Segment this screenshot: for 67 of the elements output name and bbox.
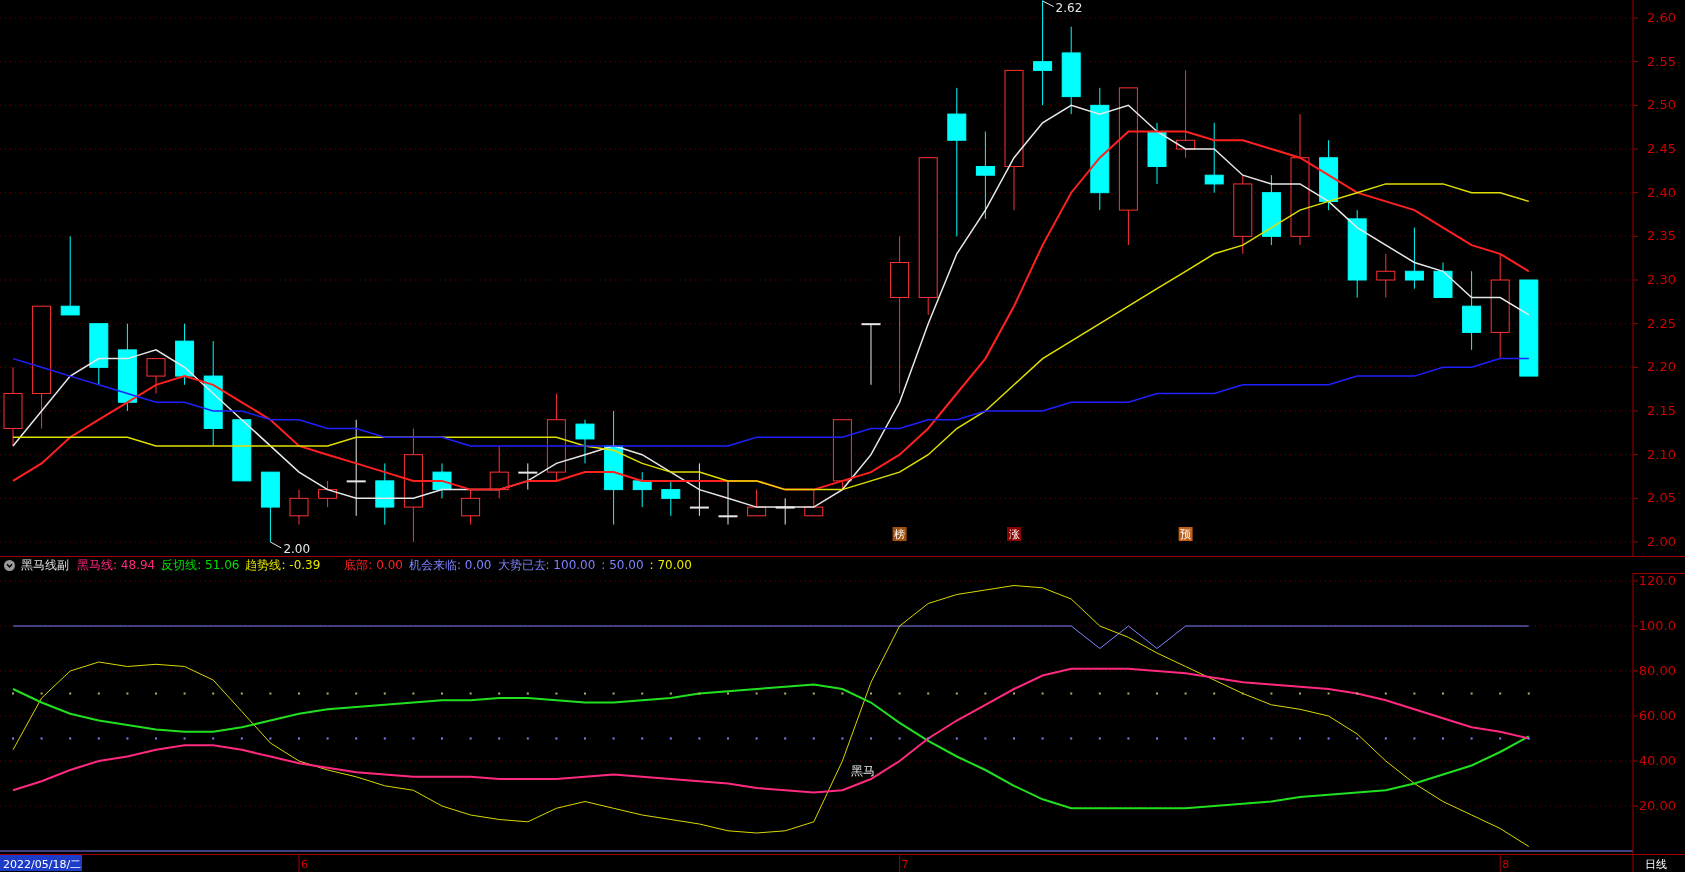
legend-value: 反切线: 51.06 — [161, 557, 240, 573]
legend-value: 黑马线: 48.94 — [77, 557, 156, 573]
candlestick — [461, 489, 481, 526]
axis-label: 2.50 — [1647, 97, 1676, 113]
axis-label: 80.00 — [1638, 663, 1676, 678]
axis-label: 2.10 — [1647, 446, 1676, 462]
candlestick — [718, 480, 738, 526]
candlestick — [1261, 174, 1281, 246]
signal-badge: 榜 — [892, 527, 907, 541]
axis-label: 2.45 — [1647, 141, 1676, 156]
candlestick — [1404, 227, 1424, 290]
candlestick — [1319, 139, 1339, 211]
candlestick — [689, 462, 709, 517]
axis-label: 2.60 — [1647, 10, 1676, 25]
axis-label: 2.00 — [1647, 534, 1676, 549]
candlestick — [775, 497, 795, 526]
candlestick — [1204, 122, 1224, 194]
legend-value: 趋势线: -0.39 — [245, 557, 321, 573]
axis-label: 2.25 — [1647, 315, 1676, 331]
axis-label: 60.00 — [1638, 708, 1676, 723]
axis-label: 2.30 — [1647, 272, 1676, 287]
axis-label: 40.00 — [1638, 753, 1676, 768]
candlestick — [1433, 262, 1453, 298]
axis-label: 20.00 — [1638, 798, 1676, 813]
candlestick — [632, 471, 652, 508]
axis-label: 2.05 — [1647, 490, 1676, 506]
candlestick — [804, 489, 824, 517]
candlestick — [89, 323, 109, 386]
candlestick — [489, 445, 509, 499]
legend-value: 机会来临: 0.00 — [408, 557, 492, 573]
month-label: 8 — [1502, 858, 1510, 871]
candlestick — [232, 419, 252, 482]
legend-value: : 50.00 — [601, 557, 644, 573]
axis-label: 2.35 — [1647, 228, 1676, 244]
candlestick — [1376, 253, 1396, 298]
legend-value: 大势已去: 100.00 — [497, 557, 596, 573]
legend-value: : 70.00 — [649, 557, 692, 573]
axis-label: 120.0 — [1638, 573, 1676, 588]
axis-label: 100.0 — [1638, 618, 1676, 633]
cursor-date-label: 2022/05/18/二 — [0, 855, 82, 871]
axis-label: 2.15 — [1647, 403, 1676, 418]
candlestick — [175, 323, 195, 386]
signal-badge: 涨 — [1007, 527, 1021, 541]
signal-badge: 预 — [1178, 527, 1193, 541]
candlestick — [375, 462, 395, 526]
legend-value: 底部: 0.00 — [344, 557, 403, 573]
axis-label: 2.40 — [1647, 184, 1676, 200]
axis-label: 2.55 — [1647, 53, 1676, 69]
candlestick — [661, 480, 681, 517]
signal-label: 黑马 — [851, 763, 875, 778]
candlestick — [575, 419, 595, 464]
indicator-name: 黑马线副 — [21, 557, 69, 573]
period-label: 日线 — [1645, 858, 1667, 871]
candlestick — [289, 489, 309, 526]
month-label: 6 — [301, 858, 308, 871]
month-label: 7 — [901, 858, 909, 871]
candlestick — [146, 358, 166, 395]
candlestick — [1147, 122, 1167, 185]
candlestick — [260, 471, 280, 543]
candlestick — [861, 323, 881, 386]
candlestick — [432, 462, 452, 499]
axis-label: 2.20 — [1647, 359, 1676, 375]
candlestick — [518, 462, 538, 491]
candlestick — [318, 480, 338, 508]
candlestick — [747, 489, 767, 517]
candlestick — [832, 419, 852, 491]
collapse-icon[interactable] — [4, 559, 15, 571]
